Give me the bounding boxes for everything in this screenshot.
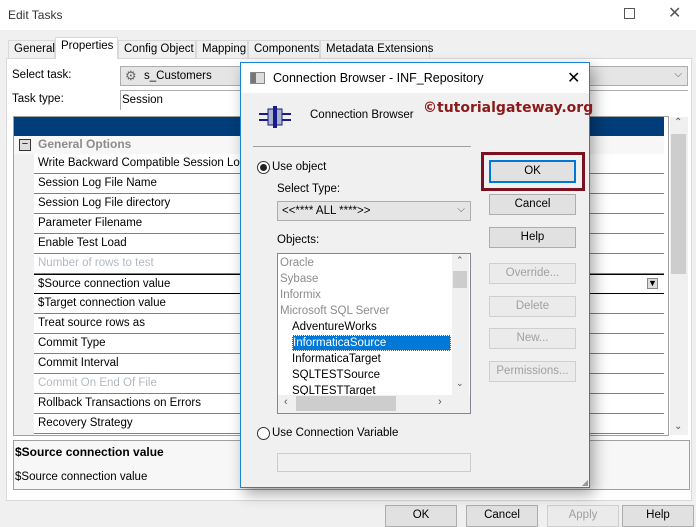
dialog-title-bar: Connection Browser - INF_Repository ✕ — [241, 63, 589, 93]
objects-list[interactable]: Oracle Sybase Informix Microsoft SQL Server… — [277, 253, 471, 414]
collapse-icon[interactable]: − — [19, 139, 31, 151]
dialog-ok-button[interactable]: OK — [489, 160, 576, 183]
hscroll-thumb[interactable] — [296, 396, 396, 411]
scroll-right-icon[interactable]: › — [438, 396, 442, 408]
separator — [253, 146, 471, 147]
maximize-button[interactable] — [624, 8, 635, 19]
scroll-thumb[interactable] — [453, 271, 467, 288]
use-connection-variable-radio[interactable] — [257, 427, 270, 440]
cancel-button[interactable]: Cancel — [466, 505, 538, 527]
watermark: ©tutorialgateway.org — [423, 100, 594, 116]
attribute-label: Commit On End Of File — [38, 377, 157, 389]
object-list-item[interactable]: Oracle — [280, 255, 314, 271]
object-list-item[interactable]: InformaticaTarget — [292, 351, 381, 367]
description-title: $Source connection value — [15, 445, 164, 459]
task-type-label: Task type: — [12, 93, 64, 105]
scroll-down-icon[interactable]: ⌄ — [456, 378, 464, 389]
attribute-label: Commit Interval — [38, 357, 119, 369]
attribute-label: Write Backward Compatible Session Log Fi… — [38, 157, 268, 169]
delete-button[interactable]: Delete — [489, 296, 576, 317]
attribute-label: Rollback Transactions on Errors — [38, 397, 201, 409]
select-type-label: Select Type: — [277, 183, 341, 195]
select-task-label: Select task: — [12, 69, 72, 81]
use-connection-variable-label: Use Connection Variable — [272, 427, 399, 439]
attribute-label: Session Log File directory — [38, 197, 171, 209]
chevron-down-icon: ⌵ — [457, 204, 465, 215]
use-object-radio[interactable] — [257, 161, 270, 174]
close-button[interactable]: ✕ — [668, 3, 681, 23]
object-list-item[interactable]: Microsoft SQL Server — [280, 303, 390, 319]
connector-icon — [259, 106, 291, 128]
scroll-up-icon[interactable]: ⌃ — [456, 255, 464, 266]
use-object-label: Use object — [272, 161, 327, 173]
description-text: $Source connection value — [15, 471, 148, 483]
apply-button[interactable]: Apply — [547, 505, 619, 527]
list-vscroll[interactable]: ⌃ ⌄ — [452, 254, 469, 395]
attribute-label: Enable Test Load — [38, 237, 127, 249]
scroll-up-icon[interactable]: ⌃ — [674, 117, 682, 128]
tab-general[interactable]: General — [8, 40, 55, 58]
attribute-label: Recovery Strategy — [38, 417, 133, 429]
dialog-cancel-button[interactable]: Cancel — [489, 194, 576, 215]
attribute-label: Session Log File Name — [38, 177, 157, 189]
tab-properties[interactable]: Properties — [55, 37, 118, 59]
task-type-value: Session — [122, 94, 163, 106]
dialog-title: Connection Browser - INF_Repository — [273, 71, 484, 85]
tab-config-object[interactable]: Config Object — [118, 40, 196, 58]
connection-browser-dialog: Connection Browser - INF_Repository ✕ Co… — [240, 62, 594, 488]
override-button[interactable]: Override... — [489, 263, 576, 284]
attribute-label: Treat source rows as — [38, 317, 145, 329]
connection-variable-field[interactable] — [277, 453, 471, 472]
scroll-down-icon[interactable]: ⌄ — [674, 421, 682, 432]
object-list-item[interactable]: Sybase — [280, 271, 318, 287]
tab-components[interactable]: Components — [248, 40, 320, 58]
attribute-label: Number of rows to test — [38, 257, 154, 269]
select-type-value: <<**** ALL ****>> — [282, 205, 371, 217]
object-list-item[interactable]: InformaticaSource — [292, 335, 451, 351]
object-list-item[interactable]: AdventureWorks — [292, 319, 377, 335]
objects-label: Objects: — [277, 234, 320, 246]
dialog-heading: Connection Browser — [310, 109, 414, 121]
tab-metadata-extensions[interactable]: Metadata Extensions — [320, 40, 433, 58]
dialog-close-button[interactable]: ✕ — [567, 68, 580, 88]
gear-icon: ⚙ — [125, 68, 137, 83]
attribute-label: $Target connection value — [38, 297, 166, 309]
list-hscroll[interactable]: ‹ › — [278, 395, 470, 413]
chevron-down-icon: ⌵ — [674, 69, 682, 80]
object-list-item[interactable]: Informix — [280, 287, 321, 303]
new-button[interactable]: New... — [489, 328, 576, 349]
select-task-value: s_Customers — [144, 70, 212, 82]
object-list-item[interactable]: SQLTESTSource — [292, 367, 380, 383]
dropdown-arrow-icon[interactable]: ▼ — [647, 278, 658, 289]
window-icon — [250, 72, 265, 84]
group-label: General Options — [38, 137, 132, 151]
resize-grip-icon[interactable]: ◢ — [582, 478, 588, 487]
window-title: Edit Tasks — [8, 8, 63, 22]
title-bar: Edit Tasks ✕ — [0, 0, 696, 30]
scroll-left-icon[interactable]: ‹ — [284, 396, 288, 408]
attribute-label: Parameter Filename — [38, 217, 143, 229]
grid-gutter — [14, 136, 34, 435]
select-type-dropdown[interactable]: <<**** ALL ****>> ⌵ — [277, 201, 471, 221]
permissions-button[interactable]: Permissions... — [489, 361, 576, 382]
ok-button[interactable]: OK — [385, 505, 457, 527]
scroll-thumb[interactable] — [671, 134, 686, 274]
dialog-help-button[interactable]: Help — [489, 227, 576, 248]
grid-scrollbar[interactable]: ⌃ ⌄ — [670, 117, 688, 435]
attribute-label: $Source connection value — [38, 278, 171, 290]
attribute-label: Commit Type — [38, 337, 106, 349]
tab-mapping[interactable]: Mapping — [196, 40, 248, 58]
help-button[interactable]: Help — [622, 505, 694, 527]
